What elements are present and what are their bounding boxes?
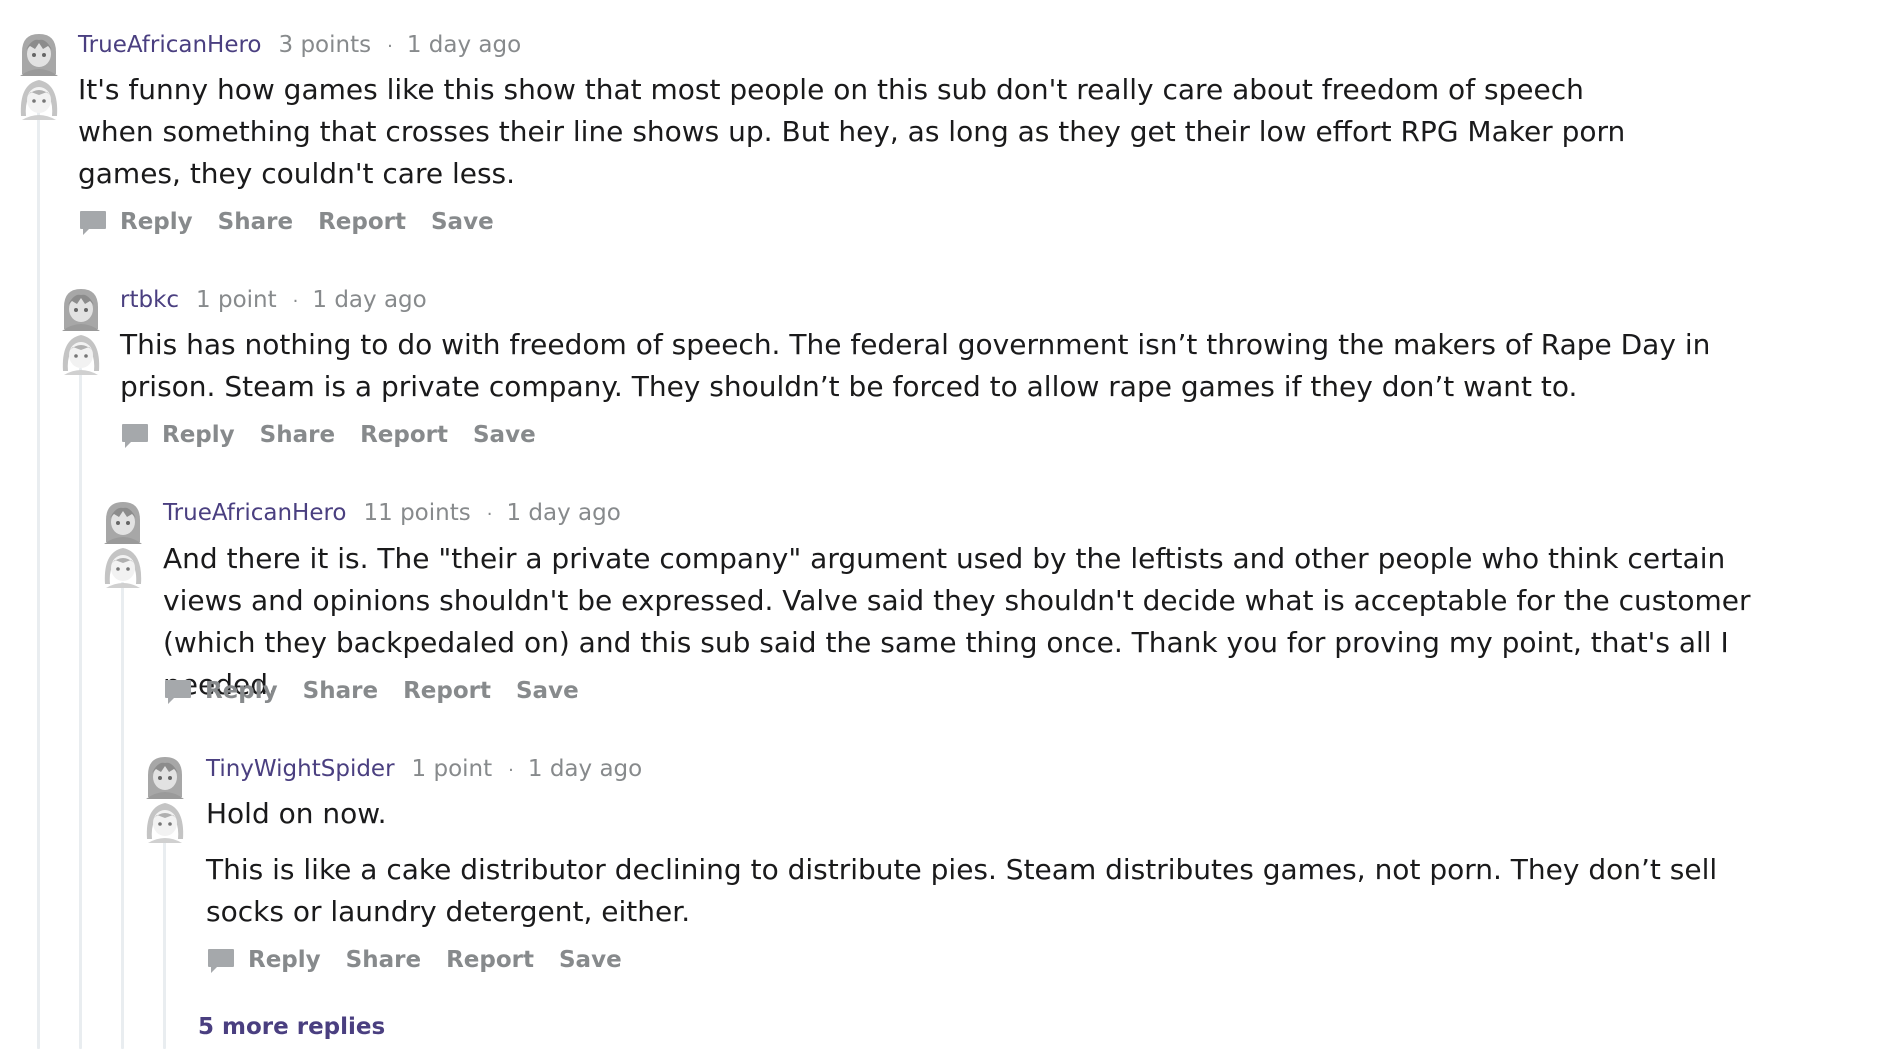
comment-actions: Reply Share Report Save: [163, 676, 604, 706]
thread-line[interactable]: [163, 838, 166, 1049]
save-button[interactable]: Save: [431, 209, 494, 235]
avatar[interactable]: [58, 285, 104, 375]
share-button[interactable]: Share: [346, 947, 421, 973]
comment-bubble-icon[interactable]: [163, 676, 193, 706]
comment-bubble-icon[interactable]: [206, 945, 236, 975]
author-link[interactable]: TrueAfricanHero: [163, 500, 347, 526]
avatar[interactable]: [100, 498, 146, 588]
share-button[interactable]: Share: [260, 422, 335, 448]
comment-actions: Reply Share Report Save: [78, 207, 519, 237]
meta-separator: ·: [292, 291, 299, 312]
thread-line[interactable]: [79, 368, 82, 1049]
meta-separator: ·: [486, 504, 493, 525]
timestamp-link[interactable]: 1 day ago: [506, 500, 620, 526]
anime-avatar-icon: [104, 502, 142, 544]
points-count: 1 point: [411, 756, 493, 782]
timestamp-link[interactable]: 1 day ago: [528, 756, 642, 782]
anime-avatar-icon: [62, 289, 100, 331]
save-button[interactable]: Save: [516, 678, 579, 704]
share-button[interactable]: Share: [218, 209, 293, 235]
comment-meta: TrueAfricanHero 3 points · 1 day ago: [78, 32, 521, 58]
comment-paragraph: This has nothing to do with freedom of s…: [120, 328, 1711, 403]
report-button[interactable]: Report: [403, 678, 491, 704]
author-link[interactable]: TrueAfricanHero: [78, 32, 262, 58]
report-button[interactable]: Report: [446, 947, 534, 973]
comment-bubble-icon[interactable]: [78, 207, 108, 237]
comment-meta: rtbkc 1 point · 1 day ago: [120, 287, 427, 313]
anime-avatar-icon: [20, 34, 58, 76]
comment-meta: TinyWightSpider 1 point · 1 day ago: [206, 756, 642, 782]
comment-actions: Reply Share Report Save: [120, 420, 561, 450]
save-button[interactable]: Save: [559, 947, 622, 973]
comment-body: This has nothing to do with freedom of s…: [120, 324, 1740, 408]
anime-avatar-icon: [146, 757, 184, 799]
save-button[interactable]: Save: [473, 422, 536, 448]
report-button[interactable]: Report: [360, 422, 448, 448]
meta-separator: ·: [508, 760, 514, 781]
comment-bubble-icon[interactable]: [120, 420, 150, 450]
comment-actions: Reply Share Report Save: [206, 945, 647, 975]
reply-button[interactable]: Reply: [205, 678, 278, 704]
report-button[interactable]: Report: [318, 209, 406, 235]
more-replies-link[interactable]: 5 more replies: [198, 1014, 385, 1040]
timestamp-link[interactable]: 1 day ago: [312, 287, 426, 313]
points-count: 11 points: [363, 500, 471, 526]
meta-separator: ·: [387, 36, 393, 57]
comment-body: Hold on now. This is like a cake distrib…: [206, 793, 1766, 933]
anime-avatar-icon: [62, 335, 100, 375]
timestamp-link[interactable]: 1 day ago: [407, 32, 521, 58]
comment-paragraph: It's funny how games like this show that…: [78, 73, 1626, 190]
comment-meta: TrueAfricanHero 11 points · 1 day ago: [163, 500, 621, 526]
anime-avatar-icon: [20, 80, 58, 120]
reply-button[interactable]: Reply: [162, 422, 235, 448]
avatar[interactable]: [142, 753, 188, 843]
comment-paragraph: Hold on now.: [206, 797, 387, 830]
comment-paragraph: This is like a cake distributor declinin…: [206, 853, 1718, 928]
thread-line[interactable]: [37, 112, 40, 1049]
avatar[interactable]: [16, 30, 62, 120]
author-link[interactable]: rtbkc: [120, 287, 179, 313]
reply-button[interactable]: Reply: [248, 947, 321, 973]
points-count: 3 points: [278, 32, 372, 58]
reply-button[interactable]: Reply: [120, 209, 193, 235]
thread-line[interactable]: [121, 582, 124, 1049]
anime-avatar-icon: [146, 803, 184, 843]
comment-body: It's funny how games like this show that…: [78, 69, 1668, 195]
points-count: 1 point: [196, 287, 277, 313]
share-button[interactable]: Share: [303, 678, 378, 704]
anime-avatar-icon: [104, 548, 142, 588]
author-link[interactable]: TinyWightSpider: [206, 756, 395, 782]
